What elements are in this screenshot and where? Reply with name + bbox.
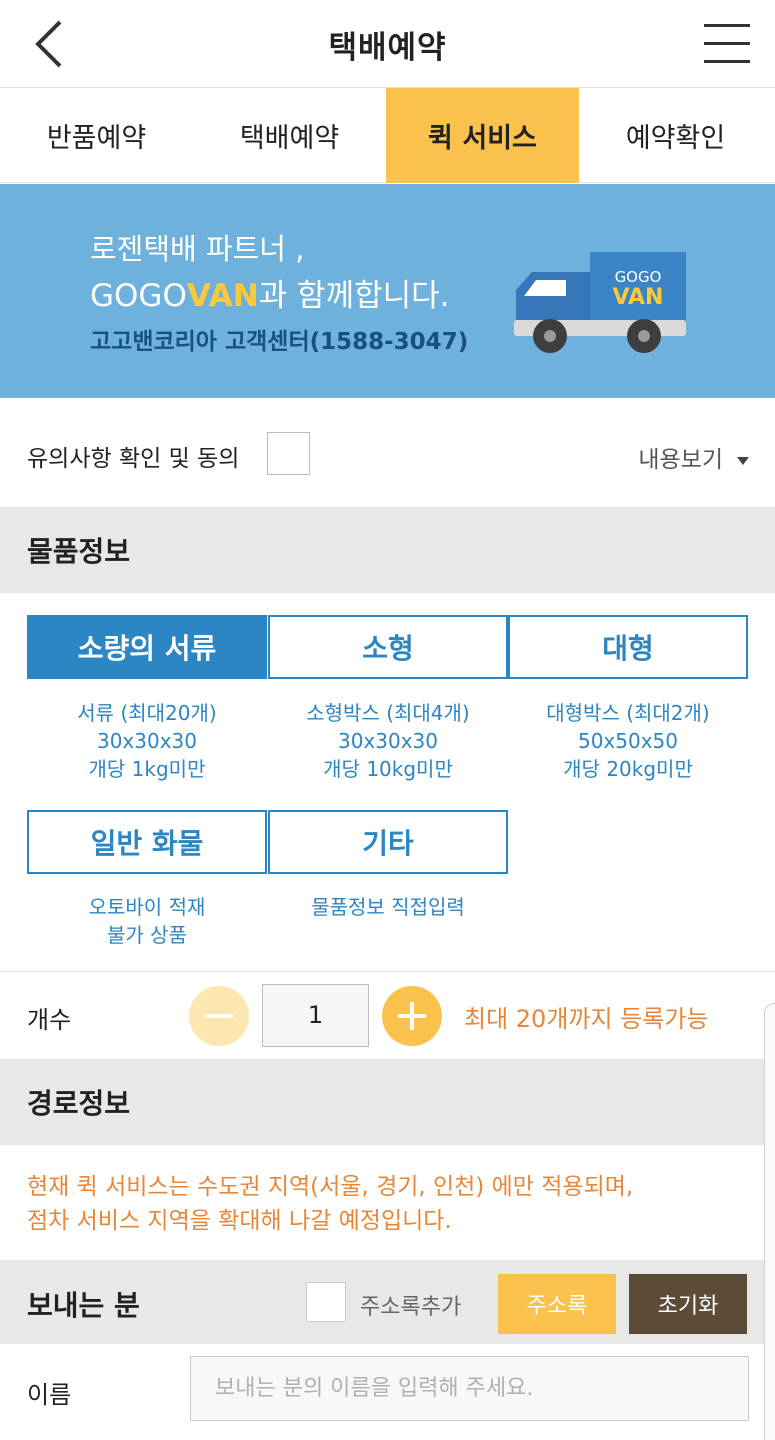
option-general-cargo[interactable]: 일반 화물 [27,810,267,874]
minus-icon[interactable] [189,986,249,1046]
sender-header-row: 보내는 분 주소록추가 주소록 초기화 [0,1260,775,1344]
plus-icon[interactable] [382,986,442,1046]
desc-line: 오토바이 적재 [88,895,206,919]
banner-line1: 로젠택배 파트너 , [90,232,305,266]
banner-line2-rest: 과 함께합니다. [258,278,450,314]
desc-line: 소형박스 (최대4개) [306,701,470,725]
desc-line: 불가 상품 [107,923,187,947]
address-book-button[interactable]: 주소록 [498,1274,616,1334]
desc-line: 50x50x50 [577,729,679,753]
option-small-documents[interactable]: 소량의 서류 [27,615,267,679]
truck-logo-gogo: GOGO [615,268,662,286]
hamburger-menu-icon[interactable] [704,20,754,68]
desc-line: 물품정보 직접입력 [311,895,465,919]
banner-line2: GOGOVAN과 함께합니다. [90,270,450,315]
agreement-label: 유의사항 확인 및 동의 [27,446,240,472]
add-to-address-book-checkbox[interactable] [306,1282,346,1322]
item-info-header: 물품정보 [0,507,775,593]
route-info-header: 경로정보 [0,1059,775,1145]
notice-line2: 점차 서비스 지역을 확대해 나갈 예정입니다. [27,1208,452,1234]
agreement-checkbox[interactable] [267,432,310,475]
minus-bar [205,1014,233,1018]
truck-logo-van: VAN [613,285,664,310]
plus-bar-vertical [410,1002,414,1030]
sender-name-row: 이름 [0,1344,775,1434]
banner-brand-gogo: GOGO [90,278,187,314]
option-small-box[interactable]: 소형 [268,615,508,679]
tab-booking-check[interactable]: 예약확인 [579,88,772,183]
option-desc-other: 물품정보 직접입력 [268,893,508,921]
tab-quick-service[interactable]: 퀵 서비스 [386,88,579,183]
desc-line: 30x30x30 [96,729,198,753]
option-large-box[interactable]: 대형 [508,615,748,679]
partner-banner: 로젠택배 파트너 , GOGOVAN과 함께합니다. 고고밴코리아 고객센터(1… [0,184,775,398]
notice-line1: 현재 퀵 서비스는 수도권 지역(서울, 경기, 인천) 에만 적용되며, [27,1174,634,1200]
desc-line: 30x30x30 [337,729,439,753]
sender-name-input[interactable] [190,1356,749,1421]
option-other[interactable]: 기타 [268,810,508,874]
service-tabs: 반품예약 택배예약 퀵 서비스 예약확인 [0,88,775,183]
desc-line: 개당 10kg미만 [323,757,453,781]
truck-icon: GOGO VAN [514,252,686,353]
sender-title: 보내는 분 [27,1289,140,1322]
service-area-notice: 현재 퀵 서비스는 수도권 지역(서울, 경기, 인천) 에만 적용되며, 점차… [27,1170,633,1238]
view-terms-toggle[interactable]: 내용보기 [638,440,749,474]
desc-line: 대형박스 (최대2개) [546,701,710,725]
tab-return-booking[interactable]: 반품예약 [0,88,193,183]
option-desc-general-cargo: 오토바이 적재 불가 상품 [27,893,267,949]
quantity-input[interactable]: 1 [262,984,369,1047]
quantity-row: 개수 1 최대 20개까지 등록가능 [0,972,775,1058]
desc-line: 개당 1kg미만 [88,757,206,781]
customer-center-phone: 고고밴코리아 고객센터(1588-3047) [90,329,469,355]
desc-line: 서류 (최대20개) [77,701,217,725]
option-desc-large: 대형박스 (최대2개) 50x50x50 개당 20kg미만 [508,699,748,783]
reset-button[interactable]: 초기화 [629,1274,747,1334]
scroll-edge-indicator [764,1003,775,1440]
sender-name-label: 이름 [27,1381,72,1409]
option-desc-documents: 서류 (최대20개) 30x30x30 개당 1kg미만 [27,699,267,783]
view-terms-label: 내용보기 [638,447,723,473]
page-title: 택배예약 [328,30,447,66]
desc-line: 개당 20kg미만 [563,757,693,781]
option-desc-small: 소형박스 (최대4개) 30x30x30 개당 10kg미만 [268,699,508,783]
agreement-row: 유의사항 확인 및 동의 내용보기 [0,399,775,506]
quantity-limit-note: 최대 20개까지 등록가능 [464,1005,709,1033]
tab-parcel-booking[interactable]: 택배예약 [193,88,386,183]
add-to-address-book-label: 주소록추가 [360,1295,462,1320]
banner-brand-van: VAN [186,278,259,314]
dropdown-triangle-icon [737,456,749,465]
app-header: 택배예약 [0,0,775,88]
quantity-label: 개수 [27,1006,72,1034]
